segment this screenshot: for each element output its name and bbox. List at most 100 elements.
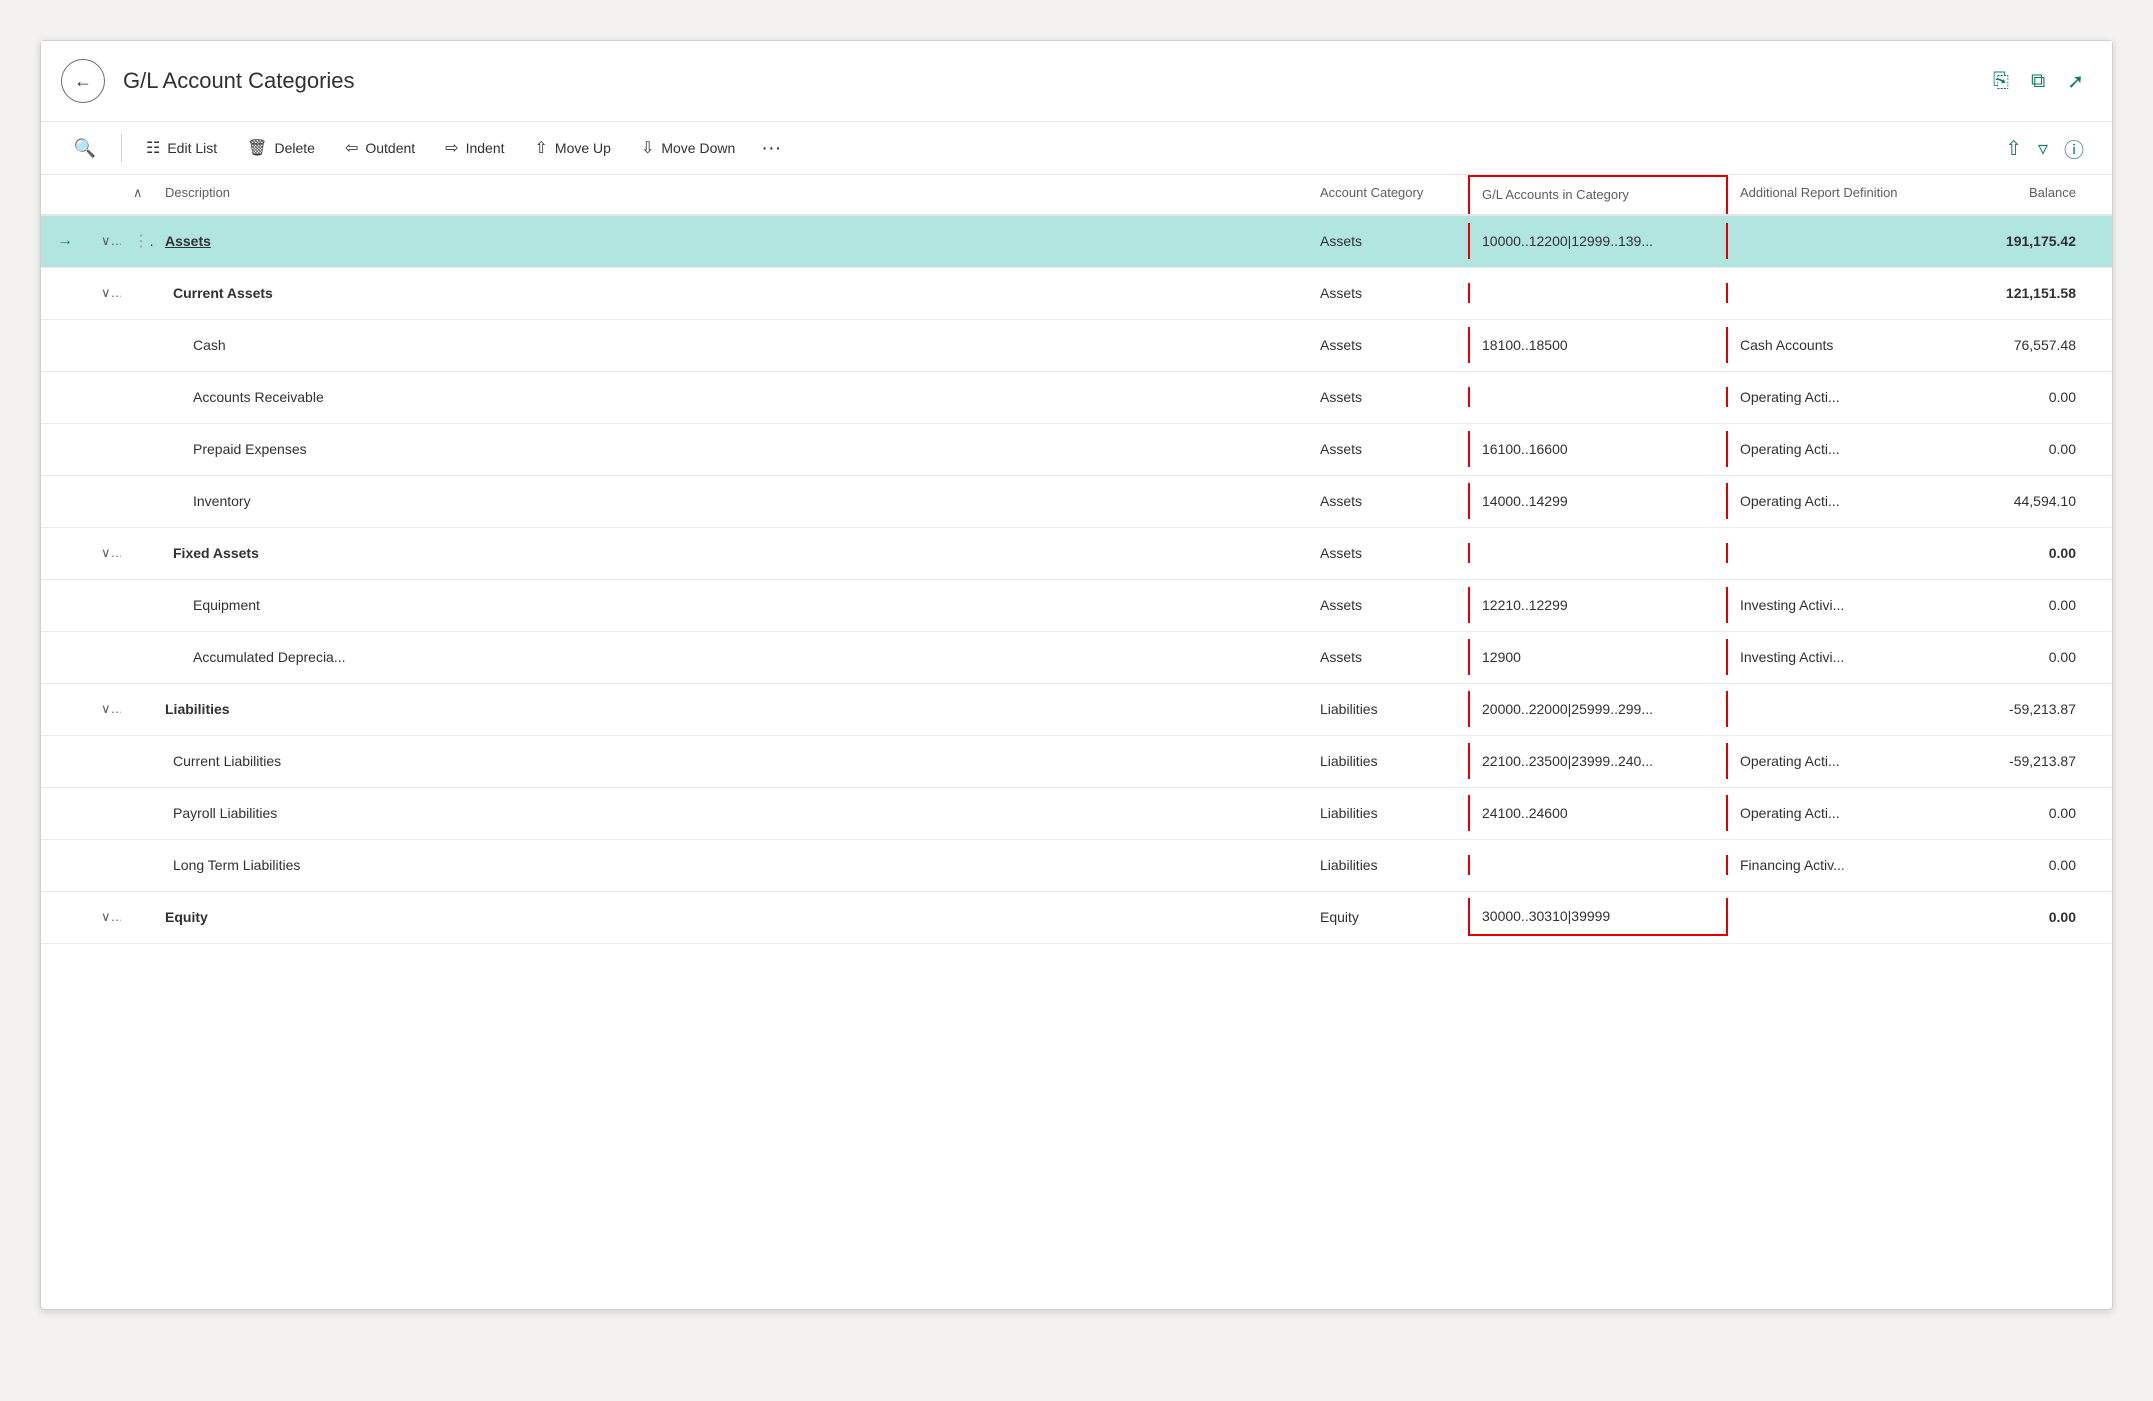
table-row[interactable]: Prepaid Expenses Assets 16100..16600 Ope… [41, 424, 2112, 476]
row-balance: -59,213.87 [1928, 691, 2088, 727]
info-icon[interactable]: ⓘ [2064, 134, 2084, 163]
share-icon[interactable]: ⇧ [2005, 136, 2022, 161]
row-gl-accounts[interactable]: 18100..18500 [1468, 327, 1728, 363]
row-description[interactable]: Accumulated Deprecia... [153, 639, 1308, 675]
row-gl-accounts[interactable] [1468, 283, 1728, 303]
row-account-category: Equity [1308, 899, 1468, 935]
table-row[interactable]: ∨ Equity Equity 30000..30310|39999 0.00 [41, 892, 2112, 944]
row-chevron-cell[interactable] [89, 595, 121, 615]
bookmark-icon[interactable]: ⎘ [1993, 70, 2009, 93]
table-row[interactable]: ∨ Current Assets Assets 121,151.58 [41, 268, 2112, 320]
table-row[interactable]: ∨ Liabilities Liabilities 20000..22000|2… [41, 684, 2112, 736]
row-scroll-spacer [2088, 231, 2112, 251]
table-row[interactable]: Accumulated Deprecia... Assets 12900 Inv… [41, 632, 2112, 684]
table-row[interactable]: Inventory Assets 14000..14299 Operating … [41, 476, 2112, 528]
sort-up-arrow: ∧ [133, 185, 143, 202]
table-row[interactable]: Long Term Liabilities Liabilities Financ… [41, 840, 2112, 892]
row-chevron-cell[interactable] [89, 855, 121, 875]
open-external-icon[interactable]: ⧉ [2031, 70, 2045, 93]
row-description[interactable]: Equipment [153, 587, 1308, 623]
row-description[interactable]: Equity [153, 899, 1308, 935]
table-row[interactable]: Cash Assets 18100..18500 Cash Accounts 7… [41, 320, 2112, 372]
expand-icon[interactable]: ➚ [2067, 69, 2084, 94]
row-account-category: Assets [1308, 587, 1468, 623]
row-arrow-cell [41, 335, 89, 355]
table-row[interactable]: → ∨ ⋮ Assets Assets 10000..12200|12999..… [41, 216, 2112, 268]
row-gl-accounts[interactable]: 12900 [1468, 639, 1728, 675]
row-gl-accounts[interactable] [1468, 387, 1728, 407]
row-gl-accounts[interactable]: 24100..24600 [1468, 795, 1728, 831]
row-description[interactable]: Fixed Assets [153, 535, 1308, 571]
title-bar: ← G/L Account Categories ⎘ ⧉ ➚ [41, 41, 2112, 122]
delete-icon: 🗑 [247, 138, 267, 158]
filter-icon[interactable]: ▿ [2038, 136, 2048, 161]
table-row[interactable]: Payroll Liabilities Liabilities 24100..2… [41, 788, 2112, 840]
row-chevron-cell[interactable]: ∨ [89, 223, 121, 259]
row-additional-report: Investing Activi... [1728, 587, 1928, 623]
row-scroll-spacer [2088, 855, 2112, 875]
edit-list-button[interactable]: ☷ Edit List [134, 132, 229, 164]
row-description[interactable]: Current Assets [153, 275, 1308, 311]
outdent-button[interactable]: ⇦ Outdent [333, 132, 427, 164]
indent-button[interactable]: ⇨ Indent [433, 132, 516, 164]
row-account-category: Liabilities [1308, 743, 1468, 779]
table-row[interactable]: Equipment Assets 12210..12299 Investing … [41, 580, 2112, 632]
row-chevron-cell[interactable] [89, 803, 121, 823]
row-scroll-spacer [2088, 699, 2112, 719]
row-arrow-cell [41, 439, 89, 459]
row-gl-accounts[interactable] [1468, 543, 1728, 563]
more-actions-icon[interactable]: ··· [753, 133, 789, 164]
row-scroll-spacer [2088, 907, 2112, 927]
row-balance: 76,557.48 [1928, 327, 2088, 363]
header-sort[interactable]: ∧ [121, 175, 153, 214]
row-description[interactable]: Current Liabilities [153, 743, 1308, 779]
row-chevron-cell[interactable] [89, 647, 121, 667]
back-button[interactable]: ← [61, 59, 105, 103]
row-chevron-cell[interactable]: ∨ [89, 691, 121, 727]
row-description[interactable]: Cash [153, 327, 1308, 363]
indent-icon: ⇨ [445, 138, 458, 158]
row-gl-accounts[interactable]: 10000..12200|12999..139... [1468, 223, 1728, 259]
row-gl-accounts[interactable]: 22100..23500|23999..240... [1468, 743, 1728, 779]
row-gl-accounts[interactable]: 30000..30310|39999 [1468, 898, 1728, 936]
row-balance: 121,151.58 [1928, 275, 2088, 311]
table-row[interactable]: Accounts Receivable Assets Operating Act… [41, 372, 2112, 424]
row-description[interactable]: Accounts Receivable [153, 379, 1308, 415]
row-description[interactable]: Inventory [153, 483, 1308, 519]
table-row[interactable]: ∨ Fixed Assets Assets 0.00 [41, 528, 2112, 580]
row-chevron-cell[interactable]: ∨ [89, 275, 121, 311]
row-additional-report: Operating Acti... [1728, 743, 1928, 779]
row-chevron-cell[interactable] [89, 439, 121, 459]
row-chevron-cell[interactable] [89, 491, 121, 511]
row-description[interactable]: Liabilities [153, 691, 1308, 727]
row-account-category: Assets [1308, 379, 1468, 415]
row-gl-accounts[interactable]: 14000..14299 [1468, 483, 1728, 519]
delete-button[interactable]: 🗑 Delete [235, 132, 327, 164]
table-body: → ∨ ⋮ Assets Assets 10000..12200|12999..… [41, 216, 2112, 1309]
row-description[interactable]: Assets [153, 223, 1308, 259]
row-chevron-cell[interactable] [89, 335, 121, 355]
row-gl-accounts[interactable]: 16100..16600 [1468, 431, 1728, 467]
move-down-button[interactable]: ⇩ Move Down [629, 132, 747, 164]
table-header: ∧ Description Account Category G/L Accou… [41, 175, 2112, 216]
row-chevron-cell[interactable] [89, 387, 121, 407]
row-account-category: Liabilities [1308, 847, 1468, 883]
row-chevron-cell[interactable]: ∨ [89, 535, 121, 571]
row-gl-accounts[interactable] [1468, 855, 1728, 875]
row-additional-report [1728, 231, 1928, 251]
row-balance: -59,213.87 [1928, 743, 2088, 779]
search-icon[interactable]: 🔍 [69, 132, 101, 164]
row-drag-cell [121, 543, 153, 563]
row-description[interactable]: Long Term Liabilities [153, 847, 1308, 883]
header-gl-accounts: G/L Accounts in Category [1468, 175, 1728, 214]
row-description[interactable]: Payroll Liabilities [153, 795, 1308, 831]
row-chevron-cell[interactable]: ∨ [89, 899, 121, 935]
row-gl-accounts[interactable]: 12210..12299 [1468, 587, 1728, 623]
table-row[interactable]: Current Liabilities Liabilities 22100..2… [41, 736, 2112, 788]
row-description[interactable]: Prepaid Expenses [153, 431, 1308, 467]
row-gl-accounts[interactable]: 20000..22000|25999..299... [1468, 691, 1728, 727]
row-arrow-cell: → [41, 222, 89, 260]
outdent-icon: ⇦ [345, 138, 358, 158]
row-chevron-cell[interactable] [89, 751, 121, 771]
move-up-button[interactable]: ⇧ Move Up [523, 132, 623, 164]
